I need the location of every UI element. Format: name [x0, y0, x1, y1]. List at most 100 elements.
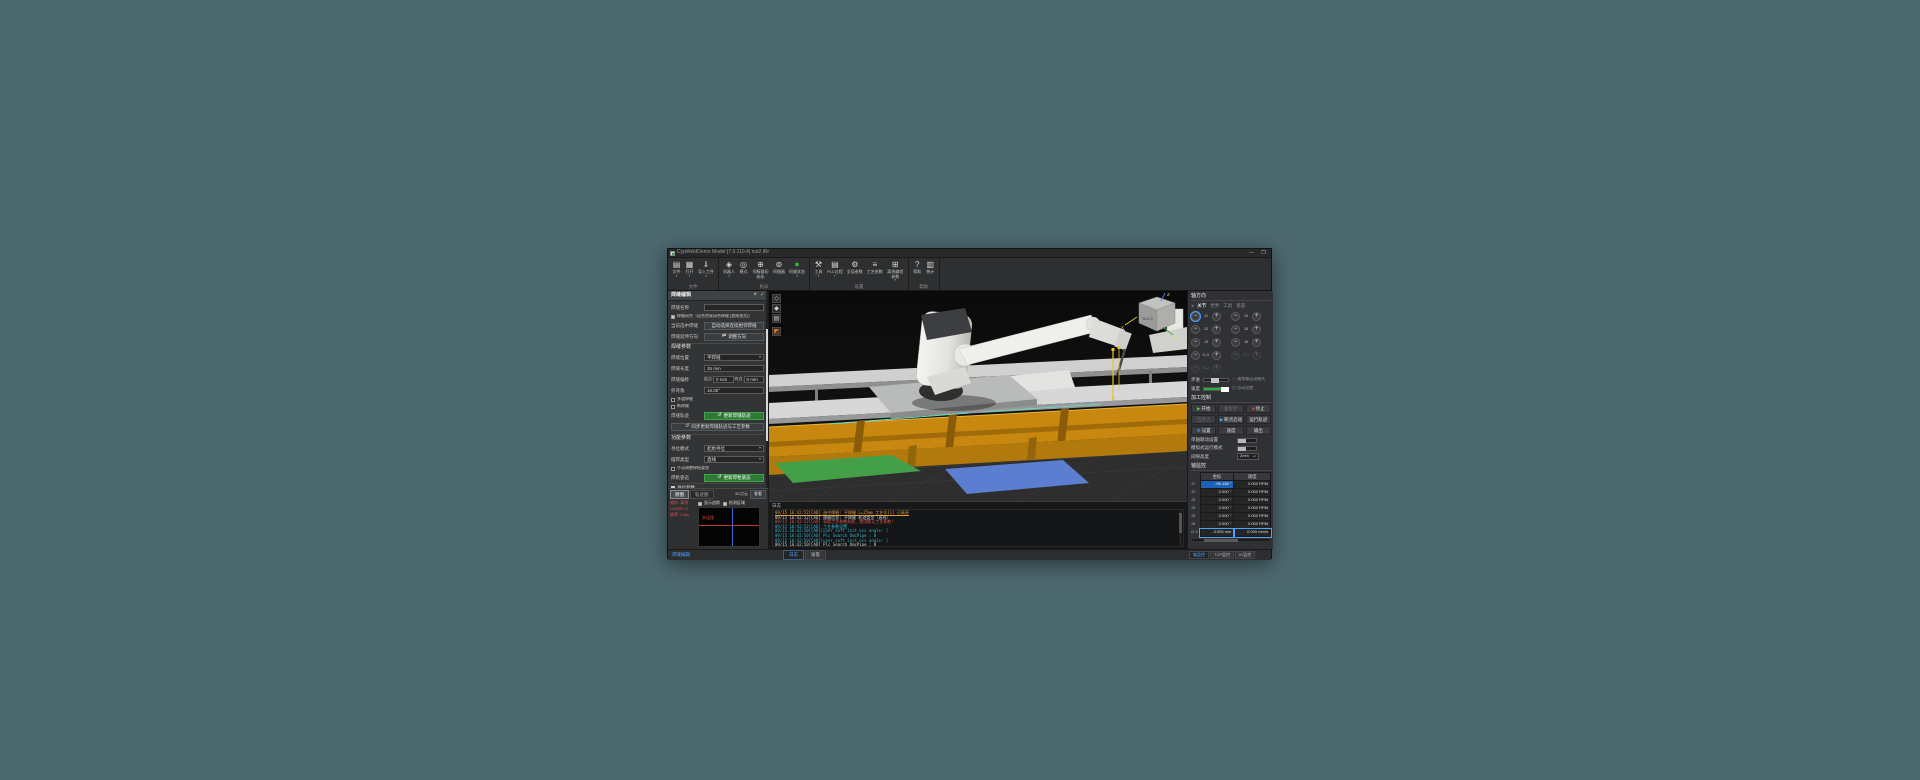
axis-coord-value[interactable]: -3.525 mm: [1199, 527, 1235, 538]
toolbar-item[interactable]: ◎ 模式: [737, 259, 750, 284]
scrollbar-thumb[interactable]: [766, 329, 768, 441]
jog-minus-button[interactable]: −: [1191, 338, 1200, 347]
toolbar-item[interactable]: ◈ 机器人 ▾: [721, 259, 737, 284]
jog-plus-button[interactable]: +: [1252, 351, 1261, 360]
jog-mode-关节[interactable]: 关节: [1197, 303, 1206, 308]
speed-slider[interactable]: [1203, 386, 1230, 392]
confirm-check-icon[interactable]: ✓: [760, 292, 765, 299]
checkbox[interactable]: [723, 501, 727, 506]
jog-mode-基座[interactable]: 基座: [1236, 303, 1245, 308]
checkbox-row[interactable]: 焊缝闭合（适合首尾闭合焊缝 [首尾相交]）: [671, 313, 764, 320]
wide-action-button[interactable]: ↺ 同步更新焊缝轨迹与工艺参数: [671, 423, 764, 431]
toggle-switch[interactable]: [1237, 445, 1257, 451]
toolbar-item[interactable]: ⚒ 工具 ▾: [812, 259, 825, 284]
log-scrollbar-thumb[interactable]: [1179, 513, 1182, 533]
control-button-断点启动[interactable]: ▶ 断点启动: [1218, 415, 1244, 424]
action-button[interactable]: ⇄ 调整方向: [704, 332, 764, 341]
control-button-运行轨迹[interactable]: 运行轨迹: [1245, 415, 1271, 424]
tab-轴监控[interactable]: 轴监控: [1189, 550, 1209, 560]
dropdown-select[interactable]: 起始寻位: [704, 445, 764, 452]
frame-select-icon[interactable]: ◩: [772, 327, 781, 336]
toolbar-item[interactable]: ▦ 打开 ▾: [683, 259, 696, 284]
checkbox-row[interactable]: 手动调整焊枪姿态: [671, 465, 764, 472]
axis-coord-value[interactable]: 0.000 °: [1199, 512, 1235, 521]
log-scrollbar[interactable]: [1179, 511, 1182, 546]
jog-minus-button[interactable]: −: [1191, 351, 1200, 360]
toolbar-item[interactable]: ⊚ 伺服器: [771, 259, 787, 284]
step-slider[interactable]: [1203, 377, 1229, 383]
offset-start-input[interactable]: 0 mm: [713, 376, 734, 383]
control-button-设置[interactable]: ⚙ 设置: [1191, 426, 1217, 435]
toolbar-item[interactable]: ▤ PLC过程 ▾: [825, 259, 845, 284]
control-button-回原点[interactable]: 回原点: [1191, 415, 1217, 424]
control-button-速度[interactable]: 速度: [1218, 426, 1244, 435]
checkbox[interactable]: [671, 397, 675, 402]
axis-coord-value[interactable]: 0.000 °: [1199, 504, 1235, 513]
control-button-开始[interactable]: ▶ 开始: [1191, 404, 1217, 413]
jog-plus-button[interactable]: +: [1212, 364, 1221, 373]
offset-end-input[interactable]: 0 mm: [743, 376, 764, 383]
tab-raw-image[interactable]: 原图: [670, 489, 689, 500]
axis-coord-value[interactable]: 0.000 °: [1199, 496, 1235, 505]
jog-plus-button[interactable]: +: [1212, 312, 1221, 321]
weld-panel-scrollbar[interactable]: [766, 291, 768, 488]
checkbox[interactable]: [698, 501, 702, 506]
jog-minus-button[interactable]: −: [1231, 312, 1240, 321]
jog-minus-button[interactable]: −: [1190, 311, 1201, 322]
jog-minus-button[interactable]: −: [1191, 364, 1200, 373]
monitor-hscrollbar[interactable]: [1191, 538, 1271, 542]
tab-TCP监控[interactable]: TCP监控: [1210, 550, 1234, 560]
toggle-switch[interactable]: [1237, 437, 1257, 443]
toolbar-item[interactable]: ⊞ 离线编程参数 ▾: [885, 259, 906, 284]
hscrollbar-thumb[interactable]: [1204, 539, 1238, 542]
text-input[interactable]: [704, 304, 764, 311]
checkbox-row[interactable]: 多道焊缝: [671, 396, 764, 403]
toolbar-item[interactable]: ≡ 工艺参数: [865, 259, 885, 284]
log-lines[interactable]: 09/15 16:42:52[CAD] 选中焊缝: 平焊缝 L=25mm 工艺号…: [772, 509, 1184, 547]
green-action-button[interactable]: ↺ 更新焊枪姿态: [704, 473, 764, 482]
jog-minus-button[interactable]: −: [1231, 325, 1240, 334]
fit-view-icon[interactable]: ◇: [772, 294, 781, 303]
toolbar-item[interactable]: ▥ 统计: [924, 259, 937, 284]
dropdown-select[interactable]: 平焊缝: [704, 354, 764, 361]
toolbar-item[interactable]: ? 帮助: [911, 259, 924, 284]
tab-track-image[interactable]: 轨迹图: [690, 489, 714, 500]
layers-icon[interactable]: ▤: [772, 314, 781, 323]
view-button[interactable]: 查看: [750, 490, 766, 499]
jog-plus-button[interactable]: +: [1252, 338, 1261, 347]
gap-height-spinner[interactable]: 2mm: [1237, 453, 1259, 460]
checkbox[interactable]: [671, 466, 675, 471]
isometric-view-icon[interactable]: ◆: [772, 304, 781, 313]
action-button[interactable]: 自动选择连续相邻焊缝: [704, 321, 764, 330]
camera-preview[interactable]: 未连接: [698, 507, 760, 547]
jog-mode-世界[interactable]: 世界: [1210, 303, 1219, 308]
jog-plus-button[interactable]: +: [1212, 325, 1221, 334]
slider-thumb[interactable]: [1221, 386, 1230, 392]
slider-thumb[interactable]: [1211, 377, 1220, 383]
toolbar-item[interactable]: ● 伺服状态 ▾: [787, 259, 807, 284]
checkbox[interactable]: [671, 314, 675, 319]
control-button-停止[interactable]: ■ 停止: [1245, 404, 1271, 413]
control-button-输出[interactable]: 输出: [1245, 426, 1271, 435]
jog-minus-button[interactable]: −: [1231, 351, 1240, 360]
jog-minus-button[interactable]: −: [1191, 325, 1200, 334]
text-input[interactable]: 25 mm: [704, 365, 764, 372]
control-button-暂停[interactable]: ∥ 暂停: [1218, 404, 1244, 413]
jog-minus-button[interactable]: −: [1231, 338, 1240, 347]
checkbox-row[interactable]: 断焊缝: [671, 403, 764, 410]
title-bar[interactable]: CypWeldDemo Model [7.0.110.4] nut2.iRr —…: [668, 249, 1271, 258]
axis-coord-value[interactable]: 0.000 °: [1199, 520, 1235, 529]
text-input[interactable]: 16.00°: [704, 387, 764, 394]
jog-mode-工具[interactable]: 工具: [1223, 303, 1232, 308]
toolbar-item[interactable]: ⇓ 导入工件 ▾: [696, 259, 716, 284]
tab-报警[interactable]: 报警: [805, 550, 826, 560]
green-action-button[interactable]: ↺ 更新焊缝轨迹: [704, 411, 764, 420]
maximize-button[interactable]: ❐: [1258, 249, 1269, 257]
toolbar-item[interactable]: ⚙ 全局参数: [845, 259, 865, 284]
sensor-checkbox[interactable]: 检测区域: [723, 501, 745, 506]
tab-IO监控[interactable]: IO监控: [1235, 550, 1256, 560]
jog-plus-button[interactable]: +: [1212, 351, 1221, 360]
checkbox[interactable]: [671, 404, 675, 409]
dock-tab-weld-edit[interactable]: 焊缝编辑: [672, 552, 690, 557]
tab-日志[interactable]: 日志: [783, 550, 804, 560]
